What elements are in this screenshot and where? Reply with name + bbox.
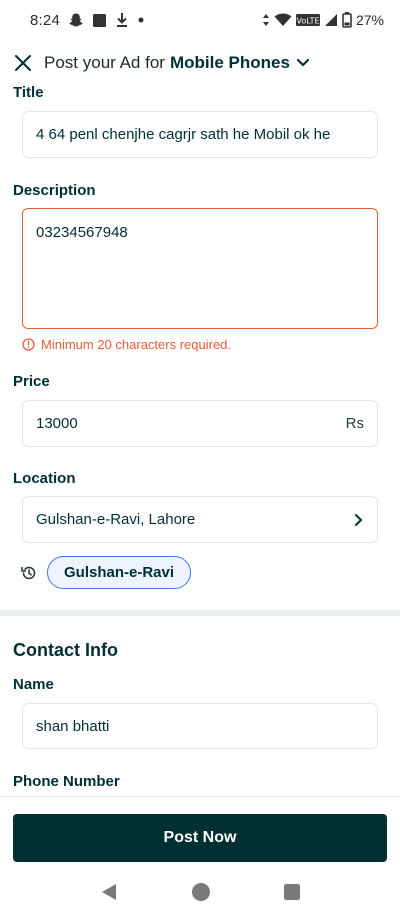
category-label: Mobile Phones: [169, 53, 290, 72]
description-value: 03234567948: [36, 224, 128, 241]
recent-locations: Gulshan-e-Ravi: [20, 556, 192, 589]
location-value: Gulshan-e-Ravi, Lahore: [36, 511, 196, 528]
currency-suffix: Rs: [345, 415, 364, 432]
back-triangle-icon: [102, 884, 116, 900]
footer-divider: [0, 796, 400, 797]
title-value: 4 64 penl chenjhe cagrjr sath he Mobil o…: [36, 126, 331, 143]
page-title: Post your Ad for: [44, 53, 165, 72]
description-input[interactable]: 03234567948: [22, 208, 378, 329]
error-message: Minimum 20 characters required.: [41, 337, 232, 352]
contact-section-title: Contact Info: [13, 640, 118, 660]
post-now-button[interactable]: Post Now: [13, 814, 387, 862]
chevron-right-icon: [354, 513, 364, 527]
battery-percentage: 27%: [355, 12, 384, 28]
close-icon: [15, 55, 31, 71]
status-time: 8:24: [30, 11, 60, 29]
category-selector[interactable]: Mobile Phones: [170, 53, 310, 73]
name-label: Name: [13, 676, 54, 693]
location-label: Location: [13, 470, 76, 487]
home-button[interactable]: [191, 882, 211, 902]
app-header: Post your Ad for Mobile Phones: [0, 42, 400, 84]
name-value: shan bhatti: [36, 717, 110, 735]
square-notification-icon: [92, 13, 107, 28]
post-now-label: Post Now: [163, 829, 237, 846]
back-button[interactable]: [99, 882, 119, 902]
volte-icon: VoLTE: [295, 13, 320, 27]
cell-signal-icon: [324, 13, 338, 27]
chevron-down-icon: [296, 58, 310, 67]
info-icon: [22, 338, 35, 351]
svg-text:VoLTE: VoLTE: [296, 17, 319, 26]
recent-location-chip[interactable]: Gulshan-e-Ravi: [47, 556, 192, 589]
location-selector[interactable]: Gulshan-e-Ravi, Lahore: [22, 496, 378, 543]
battery-icon: [342, 12, 352, 28]
snapchat-icon: [68, 12, 84, 28]
title-input[interactable]: 4 64 penl chenjhe cagrjr sath he Mobil o…: [22, 111, 378, 158]
section-divider: [0, 610, 400, 616]
close-button[interactable]: [12, 52, 34, 74]
wifi-icon: [274, 13, 292, 27]
name-input[interactable]: shan bhatti: [22, 703, 378, 749]
data-arrows-icon: [262, 13, 270, 27]
recents-square-icon: [284, 884, 300, 900]
title-label: Title: [13, 84, 44, 101]
description-error: Minimum 20 characters required.: [22, 337, 231, 352]
status-bar: 8:24 VoLTE 27%: [0, 0, 400, 40]
ad-form[interactable]: Title 4 64 penl chenjhe cagrjr sath he M…: [0, 84, 400, 796]
recents-button[interactable]: [283, 883, 301, 901]
home-circle-icon: [192, 883, 210, 901]
price-input[interactable]: 13000 Rs: [22, 400, 378, 447]
download-icon: [115, 12, 129, 28]
price-label: Price: [13, 373, 50, 390]
history-icon: [21, 566, 36, 579]
system-nav-bar: [0, 868, 400, 916]
price-value: 13000: [36, 415, 78, 432]
dot-icon: [137, 16, 145, 24]
phone-label: Phone Number: [13, 773, 120, 790]
description-label: Description: [13, 182, 96, 199]
chip-label: Gulshan-e-Ravi: [64, 564, 175, 581]
